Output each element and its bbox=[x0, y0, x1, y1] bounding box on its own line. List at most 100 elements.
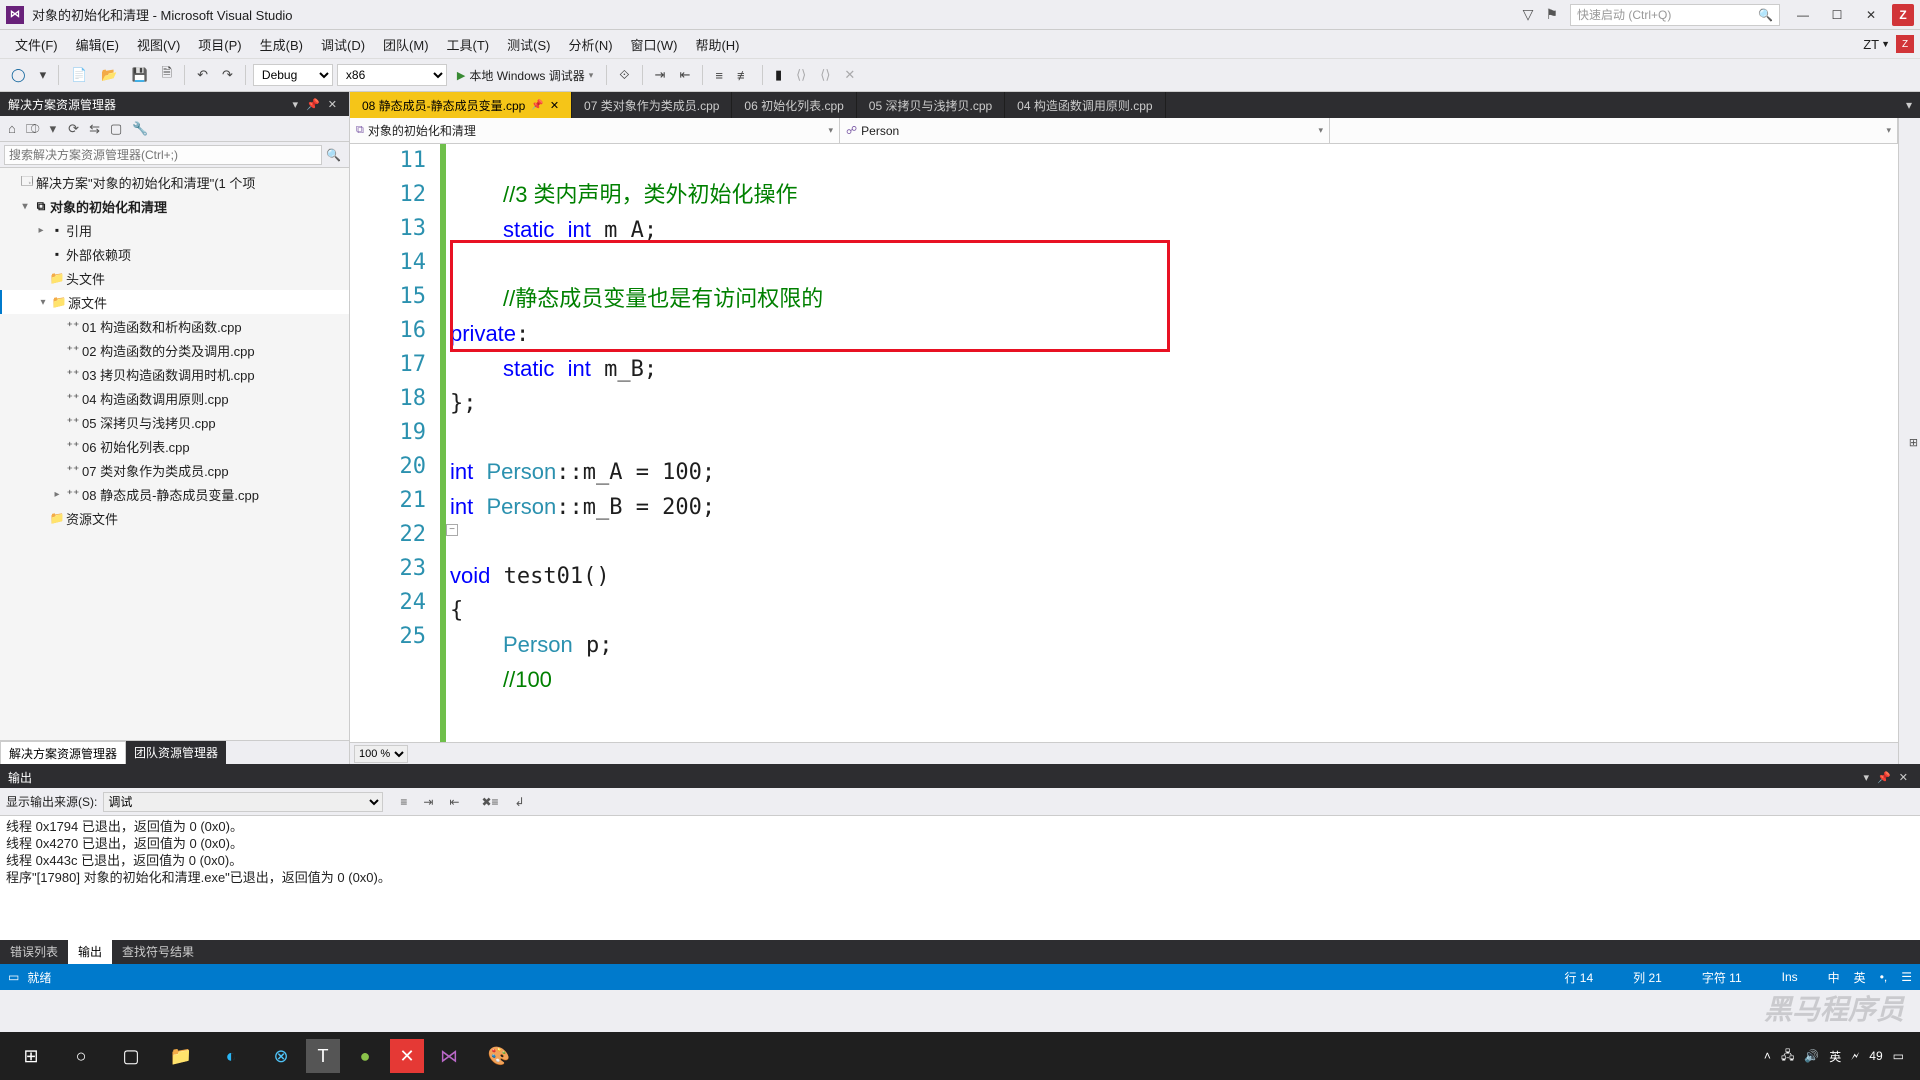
new-file-button[interactable]: 📄 bbox=[66, 64, 92, 86]
output-btn-2[interactable]: ⇥ bbox=[418, 793, 438, 811]
menu-tools[interactable]: 工具(T) bbox=[438, 35, 499, 54]
undo-button[interactable]: ↶ bbox=[192, 64, 213, 86]
code-content[interactable]: //3 类内声明，类外初始化操作 static int m_A; //静态成员变… bbox=[440, 144, 1898, 742]
home-icon[interactable]: ⌂ bbox=[4, 119, 20, 138]
cortana-button[interactable]: ○ bbox=[56, 1035, 106, 1077]
close-button[interactable]: ✕ bbox=[1854, 3, 1888, 27]
chevron-down-icon[interactable]: ▾ bbox=[1860, 771, 1874, 784]
chevron-down-icon[interactable]: ▼ bbox=[1879, 39, 1892, 49]
toolbar-icon-1[interactable]: ⟐ bbox=[614, 64, 634, 86]
quick-launch-input[interactable]: 快速启动 (Ctrl+Q) 🔍 bbox=[1570, 4, 1780, 26]
user-label[interactable]: ZT bbox=[1863, 37, 1879, 52]
solution-node[interactable]: 🗔解决方案"对象的初始化和清理"(1 个项 bbox=[0, 170, 349, 194]
source-file[interactable]: ▸⁺⁺08 静态成员-静态成员变量.cpp bbox=[0, 482, 349, 506]
menu-view[interactable]: 视图(V) bbox=[128, 35, 189, 54]
zoom-dropdown[interactable]: 100 % bbox=[354, 745, 408, 763]
app-icon[interactable]: ⊗ bbox=[256, 1035, 306, 1077]
source-file[interactable]: ⁺⁺07 类对象作为类成员.cpp bbox=[0, 458, 349, 482]
toolbar-icon[interactable]: ⎄ bbox=[22, 119, 44, 139]
headers-folder[interactable]: 📁头文件 bbox=[0, 266, 349, 290]
menu-help[interactable]: 帮助(H) bbox=[686, 35, 748, 54]
tray-chevron-icon[interactable]: ˄ bbox=[1764, 1049, 1771, 1063]
source-file[interactable]: ⁺⁺02 构造函数的分类及调用.cpp bbox=[0, 338, 349, 362]
ime-indicator[interactable]: 中 bbox=[1828, 969, 1840, 986]
right-side-toolbar[interactable]: ⊞ ▮ bbox=[1898, 118, 1920, 764]
paint-icon[interactable]: 🎨 bbox=[474, 1035, 524, 1077]
pin-icon[interactable]: 📌 bbox=[302, 98, 324, 111]
tab-solution-explorer[interactable]: 解决方案资源管理器 bbox=[0, 741, 126, 764]
chevron-down-icon[interactable]: ▾ bbox=[289, 98, 303, 111]
save-button[interactable]: 💾 bbox=[126, 64, 152, 86]
close-icon[interactable]: ✕ bbox=[324, 98, 341, 111]
filter-icon[interactable]: ▽ bbox=[1517, 6, 1540, 23]
visual-studio-icon[interactable]: ⋈ bbox=[424, 1035, 474, 1077]
menu-debug[interactable]: 调试(D) bbox=[312, 35, 374, 54]
clear-button[interactable]: ✖≡ bbox=[476, 793, 503, 811]
redo-button[interactable]: ↷ bbox=[217, 64, 238, 86]
doc-tab[interactable]: 06 初始化列表.cpp bbox=[732, 92, 856, 118]
source-file[interactable]: ⁺⁺04 构造函数调用原则.cpp bbox=[0, 386, 349, 410]
sync-icon[interactable]: ⇆ bbox=[85, 119, 104, 139]
ext-folder[interactable]: ▪外部依赖项 bbox=[0, 242, 349, 266]
menu-edit[interactable]: 编辑(E) bbox=[67, 35, 128, 54]
ime-mode[interactable]: 英 bbox=[1854, 969, 1866, 986]
refresh-icon[interactable]: ⟳ bbox=[64, 119, 83, 139]
source-file[interactable]: ⁺⁺05 深拷贝与浅拷贝.cpp bbox=[0, 410, 349, 434]
config-dropdown[interactable]: Debug bbox=[253, 64, 333, 86]
resources-folder[interactable]: 📁资源文件 bbox=[0, 506, 349, 530]
tab-output[interactable]: 输出 bbox=[68, 940, 112, 964]
minimize-button[interactable]: — bbox=[1786, 3, 1820, 27]
properties-icon[interactable]: 🔧 bbox=[128, 119, 152, 139]
sources-folder[interactable]: ▾📁源文件 bbox=[0, 290, 349, 314]
back-button[interactable]: ◯ bbox=[6, 64, 31, 86]
platform-dropdown[interactable]: x86 bbox=[337, 64, 447, 86]
menu-build[interactable]: 生成(B) bbox=[251, 35, 312, 54]
menu-project[interactable]: 项目(P) bbox=[189, 35, 250, 54]
menu-window[interactable]: 窗口(W) bbox=[622, 35, 687, 54]
doc-tab-active[interactable]: 08 静态成员-静态成员变量.cpp 📌 ✕ bbox=[350, 92, 572, 118]
tab-team-explorer[interactable]: 团队资源管理器 bbox=[126, 741, 226, 764]
search-icon[interactable]: 🔍 bbox=[322, 148, 345, 162]
text-app-icon[interactable]: T bbox=[306, 1039, 340, 1073]
network-icon[interactable]: 🖧 bbox=[1781, 1046, 1794, 1067]
wrap-button[interactable]: ↲ bbox=[510, 793, 530, 811]
taskview-button[interactable]: ▢ bbox=[106, 1035, 156, 1077]
explorer-icon[interactable]: 📁 bbox=[156, 1035, 206, 1077]
battery-icon[interactable]: 🗲 bbox=[1851, 1049, 1859, 1064]
clock[interactable]: 49 bbox=[1869, 1049, 1882, 1063]
pin-icon[interactable]: 📌 bbox=[531, 100, 543, 111]
start-button[interactable]: ⊞ bbox=[6, 1035, 56, 1077]
doc-tab[interactable]: 04 构造函数调用原则.cpp bbox=[1005, 92, 1165, 118]
app-icon-red[interactable]: ✕ bbox=[390, 1039, 424, 1073]
nav-scope-dropdown[interactable]: ⧉ 对象的初始化和清理 ▾ bbox=[350, 118, 840, 143]
source-file[interactable]: ⁺⁺06 初始化列表.cpp bbox=[0, 434, 349, 458]
output-btn-3[interactable]: ⇤ bbox=[444, 793, 464, 811]
uncomment-button[interactable]: ≢ bbox=[732, 65, 755, 86]
tabs-overflow-icon[interactable]: ▾ bbox=[1898, 92, 1920, 118]
maximize-button[interactable]: ☐ bbox=[1820, 3, 1854, 27]
tab-error-list[interactable]: 错误列表 bbox=[0, 940, 68, 964]
nav-class-dropdown[interactable]: ☍ Person ▾ bbox=[840, 118, 1330, 143]
toolbar-icon-2[interactable]: ⟨⟩ bbox=[791, 64, 811, 86]
nav-member-dropdown[interactable]: ▾ bbox=[1330, 118, 1898, 143]
refs-folder[interactable]: ▸▪引用 bbox=[0, 218, 349, 242]
code-editor[interactable]: 111213141516171819202122232425 //3 类内声明，… bbox=[350, 144, 1898, 742]
bookmark-icon[interactable]: ▮ bbox=[770, 64, 787, 86]
punct-mode[interactable]: •, bbox=[1880, 970, 1888, 984]
fold-toggle[interactable]: − bbox=[446, 524, 458, 536]
menu-team[interactable]: 团队(M) bbox=[374, 35, 438, 54]
system-tray[interactable]: ˄ 🖧 🔊 英 🗲 49 ▭ bbox=[1764, 1046, 1914, 1067]
outdent-button[interactable]: ⇤ bbox=[674, 64, 695, 86]
status-icon[interactable]: ☰ bbox=[1901, 970, 1912, 984]
toolbar-icon-3[interactable]: ⟨⟩ bbox=[815, 64, 835, 86]
pin-icon[interactable]: 📌 bbox=[1873, 771, 1895, 784]
ime-tray[interactable]: 英 bbox=[1829, 1048, 1841, 1065]
open-button[interactable]: 📂 bbox=[96, 64, 122, 86]
start-debug-button[interactable]: ▶ 本地 Windows 调试器 ▾ bbox=[451, 65, 599, 86]
menu-test[interactable]: 测试(S) bbox=[498, 35, 559, 54]
action-center-icon[interactable]: ▭ bbox=[1893, 1049, 1904, 1063]
doc-tab[interactable]: 05 深拷贝与浅拷贝.cpp bbox=[857, 92, 1005, 118]
browser-icon[interactable]: ◐ bbox=[206, 1035, 256, 1077]
app-icon-green[interactable]: ● bbox=[340, 1035, 390, 1077]
menu-file[interactable]: 文件(F) bbox=[6, 35, 67, 54]
